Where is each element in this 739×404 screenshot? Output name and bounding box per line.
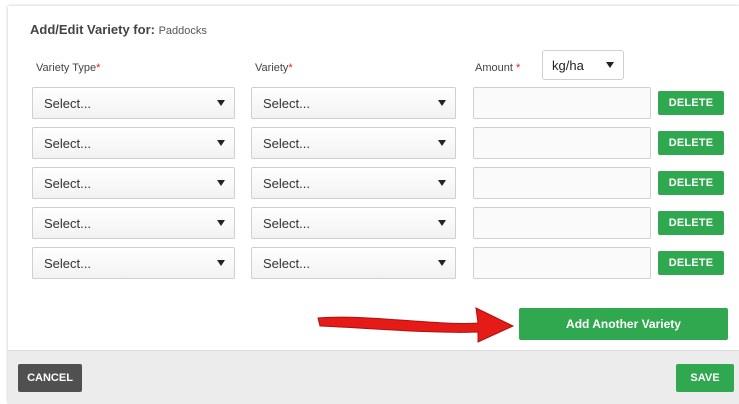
chevron-down-icon bbox=[438, 220, 446, 226]
variety-select-value: Select... bbox=[263, 136, 310, 151]
variety-select[interactable]: Select... bbox=[251, 167, 456, 199]
dialog-subject: Paddocks bbox=[158, 25, 207, 37]
variety-type-select[interactable]: Select... bbox=[32, 167, 235, 199]
variety-select[interactable]: Select... bbox=[251, 207, 456, 239]
variety-type-select[interactable]: Select... bbox=[32, 207, 235, 239]
variety-select[interactable]: Select... bbox=[251, 247, 456, 279]
chevron-down-icon bbox=[438, 260, 446, 266]
unit-select[interactable]: kg/ha bbox=[542, 50, 624, 80]
variety-type-select-value: Select... bbox=[44, 256, 91, 271]
dialog-title-text: Add/Edit Variety for: bbox=[30, 22, 155, 37]
variety-type-select[interactable]: Select... bbox=[32, 127, 235, 159]
variety-type-select-value: Select... bbox=[44, 216, 91, 231]
variety-type-select-value: Select... bbox=[44, 136, 91, 151]
chevron-down-icon bbox=[217, 100, 225, 106]
variety-select[interactable]: Select... bbox=[251, 127, 456, 159]
amount-input[interactable] bbox=[473, 87, 651, 119]
variety-type-select-value: Select... bbox=[44, 176, 91, 191]
chevron-down-icon bbox=[438, 180, 446, 186]
variety-type-label-text: Variety Type bbox=[36, 62, 97, 74]
variety-select-value: Select... bbox=[263, 256, 310, 271]
required-mark: * bbox=[515, 62, 521, 74]
required-mark: * bbox=[288, 62, 293, 74]
delete-row-button[interactable]: DELETE bbox=[658, 171, 724, 195]
variety-row: Select... Select... DELETE bbox=[8, 127, 739, 159]
variety-select-value: Select... bbox=[263, 96, 310, 111]
variety-type-select[interactable]: Select... bbox=[32, 247, 235, 279]
amount-label-text: Amount bbox=[475, 62, 513, 74]
dialog-footer: CANCEL SAVE bbox=[8, 350, 739, 404]
amount-input[interactable] bbox=[473, 207, 651, 239]
delete-row-button[interactable]: DELETE bbox=[658, 91, 724, 115]
add-edit-variety-dialog: Add/Edit Variety for: Paddocks Variety T… bbox=[8, 6, 739, 404]
red-arrow-icon bbox=[317, 307, 515, 343]
chevron-down-icon bbox=[217, 140, 225, 146]
amount-column-label: Amount * bbox=[475, 62, 520, 74]
amount-input[interactable] bbox=[473, 167, 651, 199]
chevron-down-icon bbox=[438, 100, 446, 106]
variety-select[interactable]: Select... bbox=[251, 87, 456, 119]
required-mark: * bbox=[96, 62, 101, 74]
save-button[interactable]: SAVE bbox=[676, 364, 734, 392]
cancel-button[interactable]: CANCEL bbox=[18, 364, 82, 392]
amount-input[interactable] bbox=[473, 247, 651, 279]
variety-column-label: Variety* bbox=[255, 62, 293, 74]
variety-type-column-label: Variety Type* bbox=[36, 62, 100, 74]
variety-type-select-value: Select... bbox=[44, 96, 91, 111]
chevron-down-icon bbox=[217, 260, 225, 266]
unit-select-value: kg/ha bbox=[552, 58, 584, 73]
variety-row: Select... Select... DELETE bbox=[8, 167, 739, 199]
chevron-down-icon bbox=[217, 220, 225, 226]
variety-row: Select... Select... DELETE bbox=[8, 247, 739, 279]
amount-input[interactable] bbox=[473, 127, 651, 159]
delete-row-button[interactable]: DELETE bbox=[658, 211, 724, 235]
variety-select-value: Select... bbox=[263, 176, 310, 191]
delete-row-button[interactable]: DELETE bbox=[658, 131, 724, 155]
variety-row: Select... Select... DELETE bbox=[8, 207, 739, 239]
chevron-down-icon bbox=[438, 140, 446, 146]
dialog-title: Add/Edit Variety for: Paddocks bbox=[30, 22, 207, 37]
variety-type-select[interactable]: Select... bbox=[32, 87, 235, 119]
variety-select-value: Select... bbox=[263, 216, 310, 231]
add-another-variety-button[interactable]: Add Another Variety bbox=[519, 308, 728, 340]
delete-row-button[interactable]: DELETE bbox=[658, 251, 724, 275]
chevron-down-icon bbox=[217, 180, 225, 186]
variety-row: Select... Select... DELETE bbox=[8, 87, 739, 119]
variety-label-text: Variety bbox=[255, 62, 289, 74]
chevron-down-icon bbox=[606, 62, 614, 68]
